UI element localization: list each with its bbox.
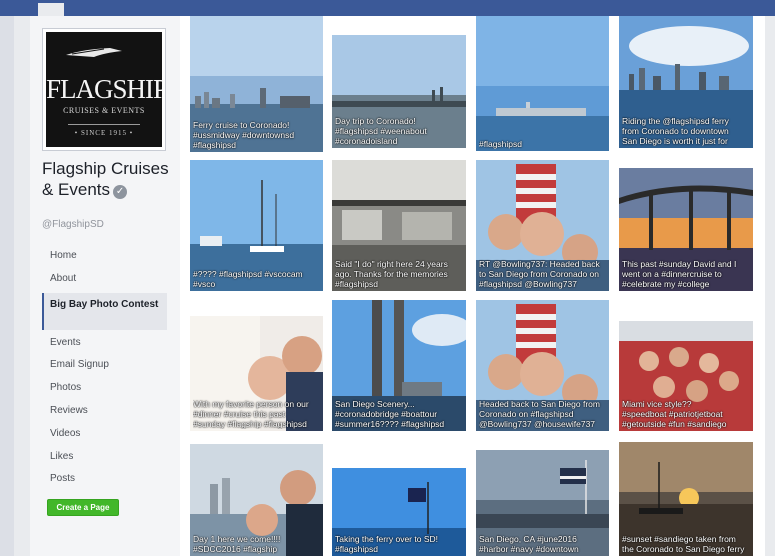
create-page-button[interactable]: Create a Page: [47, 499, 119, 516]
photo-caption: #flagshipsd: [479, 139, 523, 149]
nav-item-videos[interactable]: Videos: [42, 423, 167, 446]
contest-photo[interactable]: Ferry cruise to Coronado! #ussmidway #do…: [190, 16, 323, 152]
right-scroll-gutter: [765, 16, 775, 556]
photo-caption: #sunset #sandiego taken from the Coronad…: [622, 534, 745, 554]
ship-icon: [66, 48, 122, 57]
contest-photo[interactable]: With my favorite person on our #dinner #…: [190, 316, 323, 431]
nav-item-email-signup[interactable]: Email Signup: [42, 354, 167, 377]
page-nav-menu: Home About Big Bay Photo Contest Events …: [42, 245, 167, 491]
nav-item-reviews[interactable]: Reviews: [42, 400, 167, 423]
contest-photo[interactable]: #flagshipsd: [476, 16, 609, 151]
photo-caption: This past #sunday David and I went on a …: [622, 259, 737, 289]
contest-photo[interactable]: Day 1 here we come!!!! #SDCC2016 #flagsh…: [190, 444, 323, 556]
photo-image: [476, 16, 609, 151]
page-handle[interactable]: @FlagshipSD: [42, 219, 104, 230]
photo-caption: Day trip to Coronado! #flagshipsd #weena…: [335, 116, 427, 146]
verified-check-icon: ✓: [113, 185, 128, 199]
photo-caption: Said "I do" right here 24 years ago. Tha…: [335, 259, 448, 289]
contest-photo[interactable]: This past #sunday David and I went on a …: [619, 168, 753, 291]
photo-caption: Riding the @flagshipsd ferry from Corona…: [622, 116, 729, 146]
photo-caption: #???? #flagshipsd #vscocam #vsco: [193, 269, 303, 289]
header-logo-fragment: [38, 3, 64, 16]
photo-caption: San Diego Scenery... #coronadobridge #bo…: [335, 399, 445, 429]
photo-caption: Taking the ferry over to SD! #flagshipsd: [335, 534, 438, 554]
contest-photo[interactable]: San Diego, CA #june2016 #harbor #navy #d…: [476, 450, 609, 556]
page-title[interactable]: Flagship Cruises & Events ✓: [42, 158, 172, 200]
contest-photo[interactable]: Miami vice style?? #speedboat #patriotje…: [619, 321, 753, 431]
photo-caption: Ferry cruise to Coronado! #ussmidway #do…: [193, 120, 295, 150]
contest-photo[interactable]: Day trip to Coronado! #flagshipsd #weena…: [332, 35, 466, 148]
contest-photo[interactable]: San Diego Scenery... #coronadobridge #bo…: [332, 300, 466, 431]
nav-item-posts[interactable]: Posts: [42, 468, 167, 491]
photo-caption: Miami vice style?? #speedboat #patriotje…: [622, 399, 727, 429]
nav-item-about[interactable]: About: [42, 268, 167, 291]
photo-caption: Day 1 here we come!!!! #SDCC2016 #flagsh…: [193, 534, 281, 554]
nav-item-home[interactable]: Home: [42, 245, 167, 268]
left-gutter: [0, 16, 14, 556]
nav-item-photos[interactable]: Photos: [42, 377, 167, 400]
contest-photo[interactable]: RT @Bowling737: Headed back to San Diego…: [476, 160, 609, 291]
photo-caption: With my favorite person on our #dinner #…: [193, 399, 309, 429]
nav-item-big-bay-photo-contest[interactable]: Big Bay Photo Contest: [42, 292, 167, 330]
logo-since-text: • SINCE 1915 •: [74, 129, 134, 137]
contest-photo[interactable]: Riding the @flagshipsd ferry from Corona…: [619, 16, 753, 148]
photo-caption: San Diego, CA #june2016 #harbor #navy #d…: [479, 534, 579, 554]
contest-photo[interactable]: #???? #flagshipsd #vscocam #vsco: [190, 160, 323, 291]
page-title-text: Flagship Cruises & Events: [42, 159, 169, 199]
nav-item-likes[interactable]: Likes: [42, 446, 167, 469]
nav-item-events[interactable]: Events: [42, 332, 167, 355]
profile-picture-logo[interactable]: FLAGSHIP CRUISES & EVENTS • SINCE 1915 •: [43, 29, 165, 150]
logo-brand-text: FLAGSHIP: [46, 74, 165, 104]
logo-divider: [68, 124, 140, 125]
contest-photo[interactable]: Taking the ferry over to SD! #flagshipsd: [332, 468, 466, 556]
photo-caption: RT @Bowling737: Headed back to San Diego…: [479, 259, 600, 289]
photo-caption: Headed back to San Diego from Coronado o…: [479, 399, 600, 429]
top-navigation-bar: [0, 0, 775, 16]
contest-photo[interactable]: #sunset #sandiego taken from the Coronad…: [619, 442, 753, 556]
logo-subtitle: CRUISES & EVENTS: [63, 106, 145, 115]
contest-photo[interactable]: Headed back to San Diego from Coronado o…: [476, 300, 609, 431]
contest-photo[interactable]: Said "I do" right here 24 years ago. Tha…: [332, 160, 466, 291]
